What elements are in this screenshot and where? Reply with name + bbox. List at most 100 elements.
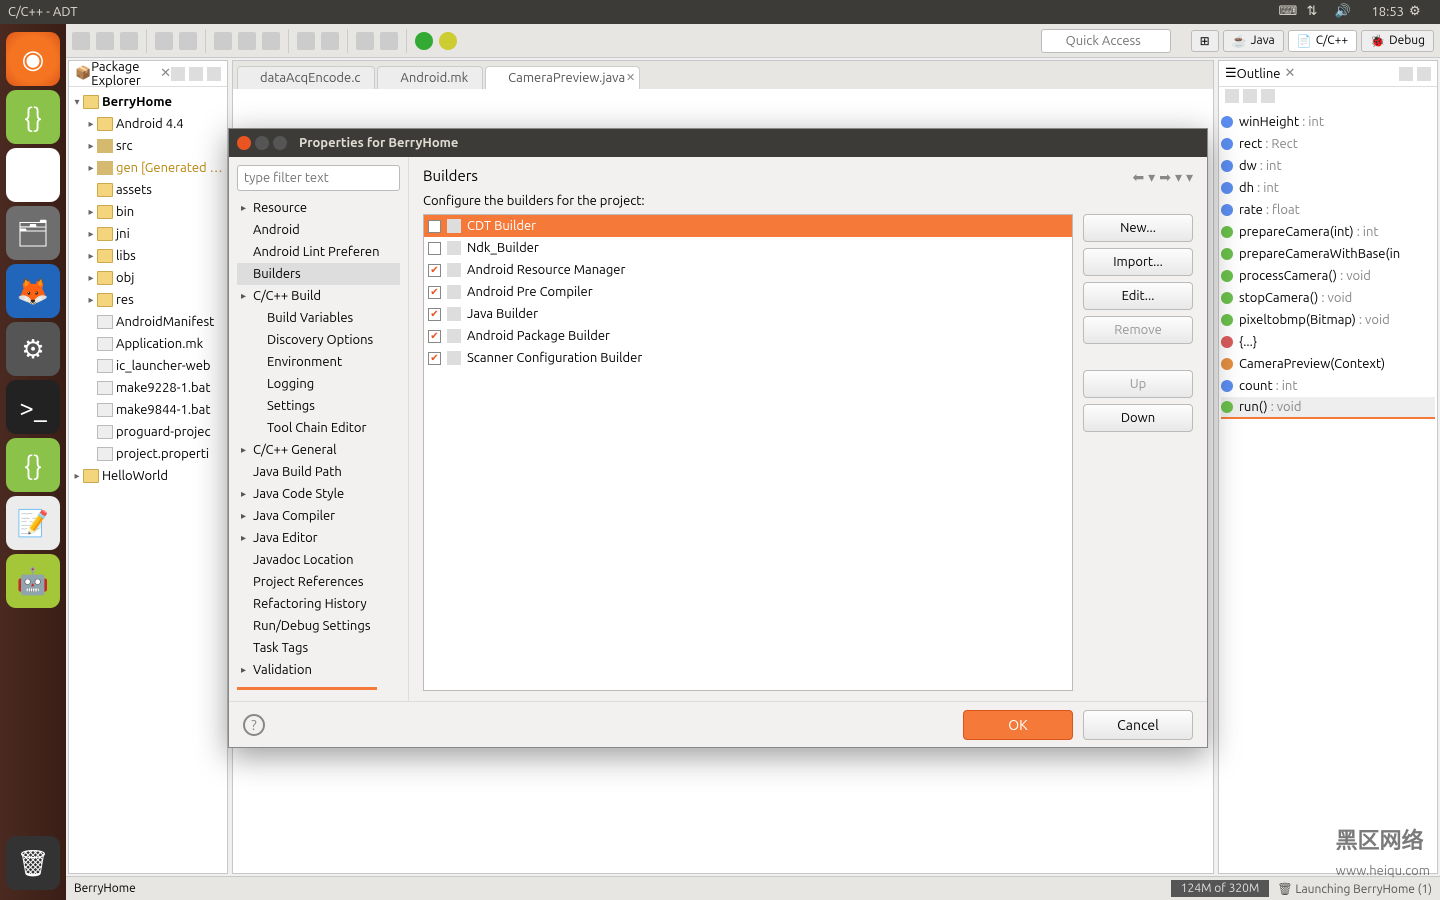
- toolbar-button[interactable]: [321, 32, 339, 50]
- perspective-cpp[interactable]: 📄 C/C++: [1288, 30, 1357, 52]
- category-item[interactable]: Project References: [237, 571, 400, 593]
- outline-item[interactable]: stopCamera(): void: [1221, 287, 1435, 309]
- outline-item[interactable]: run(): void: [1221, 397, 1435, 419]
- minimize-icon[interactable]: [255, 136, 269, 150]
- checkbox[interactable]: [428, 330, 441, 343]
- close-icon[interactable]: ✕: [1284, 66, 1295, 81]
- category-item[interactable]: ▸C/C++ Build: [237, 285, 400, 307]
- outline-tree[interactable]: winHeight: intrect: Rectdw: intdh: intra…: [1219, 107, 1437, 423]
- close-icon[interactable]: ✕: [160, 66, 171, 81]
- category-item[interactable]: ▸Java Compiler: [237, 505, 400, 527]
- checkbox[interactable]: [428, 308, 441, 321]
- toolbar-button[interactable]: [214, 32, 232, 50]
- keyboard-icon[interactable]: ⌨: [1278, 4, 1296, 20]
- tree-item[interactable]: assets: [71, 179, 225, 201]
- link-icon[interactable]: [189, 67, 203, 81]
- builder-row[interactable]: Scanner Configuration Builder: [424, 347, 1072, 369]
- builder-row[interactable]: Java Builder: [424, 303, 1072, 325]
- maximize-icon[interactable]: [1417, 67, 1431, 81]
- category-tree[interactable]: ▸ResourceAndroidAndroid Lint PreferenBui…: [237, 197, 400, 681]
- category-item[interactable]: Javadoc Location: [237, 549, 400, 571]
- tree-item[interactable]: ▸jni: [71, 223, 225, 245]
- checkbox[interactable]: [428, 286, 441, 299]
- category-item[interactable]: Java Build Path: [237, 461, 400, 483]
- perspective-debug[interactable]: 🐞 Debug: [1361, 30, 1434, 52]
- project-root[interactable]: ▾BerryHome: [71, 91, 225, 113]
- editor-tab[interactable]: Android.mk: [377, 66, 483, 89]
- tree-item[interactable]: ic_launcher-web: [71, 355, 225, 377]
- back-menu-icon[interactable]: ▾: [1148, 169, 1155, 186]
- forward-icon[interactable]: ➡: [1159, 169, 1171, 186]
- builder-row[interactable]: CDT Builder: [424, 215, 1072, 237]
- outline-item[interactable]: {...}: [1221, 331, 1435, 353]
- toolbar-button[interactable]: [120, 32, 138, 50]
- launcher-chrome[interactable]: ◐: [6, 148, 60, 202]
- category-item[interactable]: Build Variables: [237, 307, 400, 329]
- ok-button[interactable]: OK: [963, 710, 1073, 740]
- category-item[interactable]: Android Lint Preferen: [237, 241, 400, 263]
- open-perspective-icon[interactable]: ⊞: [1191, 30, 1219, 52]
- category-item[interactable]: Refactoring History: [237, 593, 400, 615]
- launcher-terminal[interactable]: >_: [6, 380, 60, 434]
- outline-item[interactable]: dh: int: [1221, 177, 1435, 199]
- tree-item[interactable]: make9228-1.bat: [71, 377, 225, 399]
- quick-access-input[interactable]: [1041, 29, 1171, 53]
- outline-item[interactable]: CameraPreview(Context): [1221, 353, 1435, 375]
- builder-row[interactable]: Android Resource Manager: [424, 259, 1072, 281]
- help-icon[interactable]: ?: [243, 714, 265, 736]
- launcher-gedit[interactable]: 📝: [6, 496, 60, 550]
- category-item[interactable]: Task Tags: [237, 637, 400, 659]
- sort-icon[interactable]: [1225, 89, 1239, 103]
- tree-item[interactable]: make9844-1.bat: [71, 399, 225, 421]
- tree-item[interactable]: ▸bin: [71, 201, 225, 223]
- outline-item[interactable]: pixeltobmp(Bitmap): void: [1221, 309, 1435, 331]
- filter-icon[interactable]: [1243, 89, 1257, 103]
- launcher-dash[interactable]: ◉: [6, 32, 60, 86]
- toolbar-button[interactable]: [96, 32, 114, 50]
- outline-item[interactable]: prepareCameraWithBase(in: [1221, 243, 1435, 265]
- tree-item[interactable]: ▸Android 4.4: [71, 113, 225, 135]
- category-item[interactable]: Run/Debug Settings: [237, 615, 400, 637]
- outline-item[interactable]: prepareCamera(int): int: [1221, 221, 1435, 243]
- tree-item[interactable]: ▸src: [71, 135, 225, 157]
- debug-icon[interactable]: [439, 32, 457, 50]
- filter-input[interactable]: [237, 165, 400, 191]
- maximize-icon[interactable]: [273, 136, 287, 150]
- toolbar-button[interactable]: [72, 32, 90, 50]
- launcher-files[interactable]: 🗂: [6, 206, 60, 260]
- category-item[interactable]: Android: [237, 219, 400, 241]
- tree-item[interactable]: Application.mk: [71, 333, 225, 355]
- checkbox[interactable]: [428, 352, 441, 365]
- remove-button[interactable]: Remove: [1083, 316, 1193, 344]
- launcher-firefox[interactable]: 🦊: [6, 264, 60, 318]
- minimize-icon[interactable]: [1399, 67, 1413, 81]
- builders-list[interactable]: CDT BuilderNdk_BuilderAndroid Resource M…: [423, 214, 1073, 691]
- launcher-trash[interactable]: 🗑: [6, 836, 60, 890]
- toolbar-button[interactable]: [297, 32, 315, 50]
- outline-item[interactable]: rate: float: [1221, 199, 1435, 221]
- network-icon[interactable]: ⇅: [1306, 4, 1324, 20]
- up-button[interactable]: Up: [1083, 370, 1193, 398]
- outline-item[interactable]: dw: int: [1221, 155, 1435, 177]
- tree-item[interactable]: AndroidManifest: [71, 311, 225, 333]
- collapse-icon[interactable]: [171, 67, 185, 81]
- clock[interactable]: 18:53: [1371, 5, 1404, 19]
- close-icon[interactable]: [237, 136, 251, 150]
- toolbar-button[interactable]: [380, 32, 398, 50]
- category-item[interactable]: Tool Chain Editor: [237, 417, 400, 439]
- editor-tab[interactable]: dataAcqEncode.c: [237, 66, 375, 89]
- launcher-adt2[interactable]: {}: [6, 438, 60, 492]
- outline-tab[interactable]: ☰ Outline ✕: [1219, 61, 1437, 87]
- cancel-button[interactable]: Cancel: [1083, 710, 1193, 740]
- checkbox[interactable]: [428, 264, 441, 277]
- category-item[interactable]: Builders: [237, 263, 400, 285]
- toolbar-button[interactable]: [262, 32, 280, 50]
- tree-item[interactable]: ▸res: [71, 289, 225, 311]
- category-item[interactable]: Environment: [237, 351, 400, 373]
- category-item[interactable]: Logging: [237, 373, 400, 395]
- category-item[interactable]: ▸C/C++ General: [237, 439, 400, 461]
- tree-item[interactable]: project.properti: [71, 443, 225, 465]
- toolbar-button[interactable]: [155, 32, 173, 50]
- category-item[interactable]: Settings: [237, 395, 400, 417]
- launcher-settings[interactable]: ⚙: [6, 322, 60, 376]
